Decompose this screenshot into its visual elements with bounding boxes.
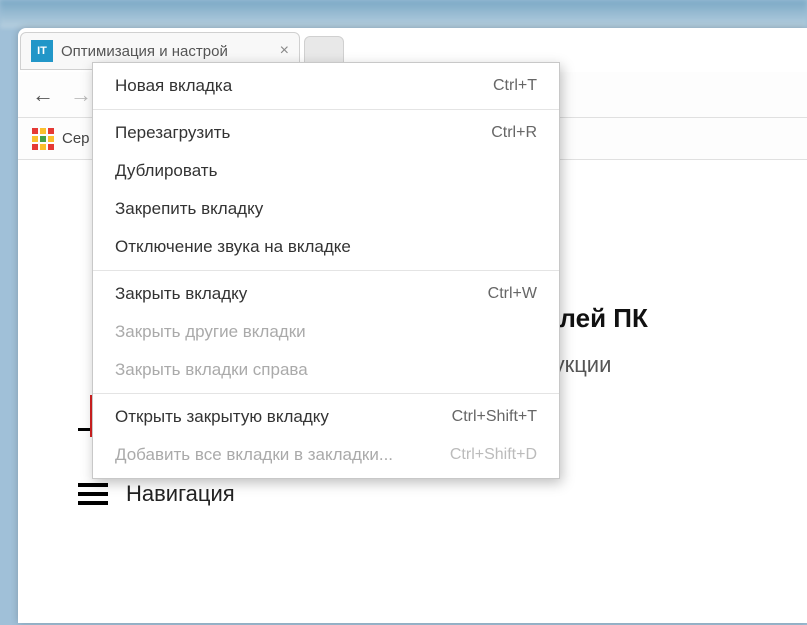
menu-separator: [93, 393, 559, 394]
menu-item-label: Закрепить вкладку: [115, 199, 263, 219]
menu-item: Закрыть вкладки справа: [93, 351, 559, 389]
menu-item[interactable]: Открыть закрытую вкладку Ctrl+Shift+T: [93, 398, 559, 436]
menu-item[interactable]: Отключение звука на вкладке: [93, 228, 559, 266]
menu-item-label: Закрыть вкладки справа: [115, 360, 308, 380]
menu-item: Добавить все вкладки в закладки... Ctrl+S…: [93, 436, 559, 474]
menu-item-label: Добавить все вкладки в закладки...: [115, 445, 393, 465]
menu-item-label: Закрыть вкладку: [115, 284, 247, 304]
menu-item[interactable]: Дублировать: [93, 152, 559, 190]
menu-separator: [93, 270, 559, 271]
menu-item-shortcut: Ctrl+Shift+D: [450, 446, 537, 464]
menu-item-shortcut: Ctrl+R: [491, 124, 537, 142]
menu-item-label: Открыть закрытую вкладку: [115, 407, 329, 427]
tab-favicon-icon: IT: [31, 40, 53, 62]
apps-grid-icon[interactable]: [32, 128, 54, 150]
menu-item-label: Отключение звука на вкладке: [115, 237, 351, 257]
forward-button: →: [70, 82, 92, 108]
menu-separator: [93, 109, 559, 110]
menu-item[interactable]: Перезагрузить Ctrl+R: [93, 114, 559, 152]
back-button[interactable]: ←: [32, 82, 54, 108]
menu-item-shortcut: Ctrl+Shift+T: [452, 408, 537, 426]
menu-item[interactable]: Закрыть вкладку Ctrl+W: [93, 275, 559, 313]
bookmark-item[interactable]: Сер: [62, 130, 90, 147]
menu-item-label: Закрыть другие вкладки: [115, 322, 306, 342]
navigation-menu[interactable]: Навигация: [78, 481, 747, 507]
menu-item[interactable]: Закрепить вкладку: [93, 190, 559, 228]
menu-item-label: Новая вкладка: [115, 76, 232, 96]
menu-item-label: Дублировать: [115, 161, 217, 181]
window-titlebar: [0, 0, 807, 28]
hamburger-icon[interactable]: [78, 483, 108, 505]
menu-item: Закрыть другие вкладки: [93, 313, 559, 351]
menu-item-shortcut: Ctrl+W: [488, 285, 537, 303]
tab-context-menu: Новая вкладка Ctrl+T Перезагрузить Ctrl+R Ду…: [92, 62, 560, 479]
navigation-label: Навигация: [126, 481, 235, 507]
menu-item[interactable]: Новая вкладка Ctrl+T: [93, 67, 559, 105]
menu-item-shortcut: Ctrl+T: [493, 77, 537, 95]
tab-title: Оптимизация и настрой: [61, 43, 274, 60]
menu-item-label: Перезагрузить: [115, 123, 230, 143]
close-icon[interactable]: ×: [280, 42, 289, 60]
